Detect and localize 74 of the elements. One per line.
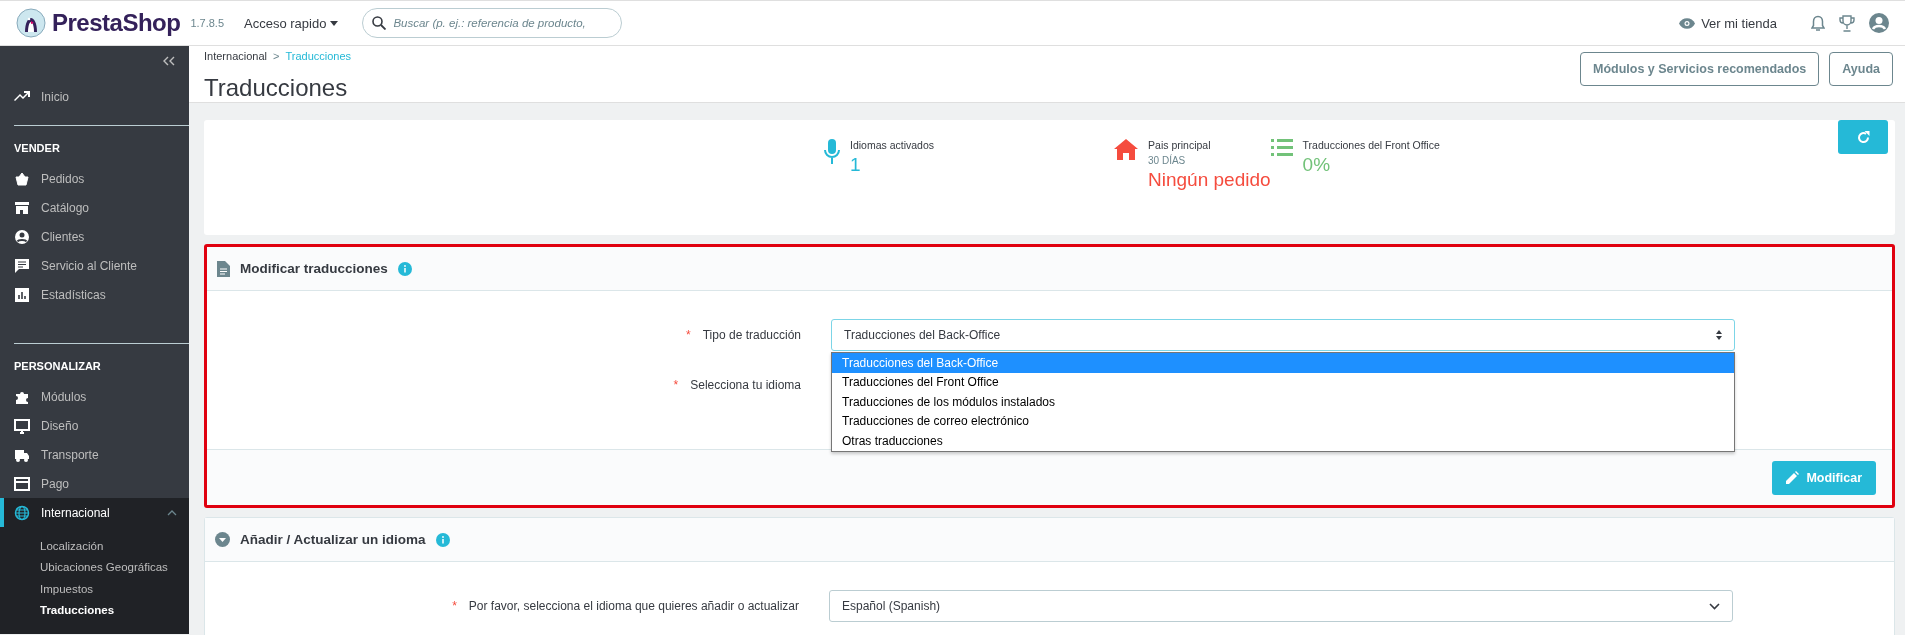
sidebar-item[interactable]: Diseño [0, 411, 189, 440]
required-mark: * [686, 328, 691, 342]
toolbar-button[interactable]: Ayuda [1829, 52, 1893, 86]
page-title: Traducciones [204, 74, 349, 102]
stat-title: Traducciones del Front Office [1302, 139, 1440, 151]
stat-value: 0% [1302, 154, 1332, 176]
toolbar-button[interactable]: Módulos y Servicios recomendados [1580, 52, 1820, 86]
collapse-toggle-icon[interactable] [215, 532, 230, 547]
caret-icon [330, 20, 339, 26]
select-field[interactable]: Español (Spanish) [829, 590, 1733, 622]
user-icon [14, 228, 30, 245]
select-field[interactable]: Traducciones del Back-Office [831, 319, 1735, 351]
sidebar-item[interactable]: Catálogo [14, 193, 189, 222]
eye-icon [1679, 17, 1696, 29]
sidebar-item[interactable]: Transporte [0, 440, 189, 469]
collapse-icon[interactable] [163, 56, 175, 66]
info-icon[interactable] [435, 532, 450, 547]
version-label: 1.7.8.5 [190, 17, 224, 29]
document-icon [217, 260, 230, 277]
refresh-icon [1856, 130, 1870, 144]
globe-icon [14, 504, 30, 521]
sidebar-item[interactable]: Inicio [14, 82, 189, 111]
quick-access-menu[interactable]: Acceso rapido [244, 15, 339, 31]
breadcrumb-separator: > [273, 50, 280, 62]
search-icon [372, 16, 387, 30]
required-mark: * [673, 378, 679, 392]
refresh-button[interactable] [1838, 120, 1888, 154]
field-label: Selecciona tu idioma [690, 378, 801, 392]
panel-title: Modificar traducciones [240, 261, 388, 276]
sidebar-item[interactable]: Módulos [0, 382, 189, 411]
chevron-down-icon [1709, 602, 1720, 610]
logo-icon [16, 8, 46, 38]
sidebar-item[interactable]: Pago [0, 469, 189, 498]
logo-text: PrestaShop [52, 9, 181, 37]
submenu-item[interactable]: Traducciones [40, 599, 189, 621]
view-store-link[interactable]: Ver mi tienda [1679, 15, 1777, 31]
sidebar-item[interactable]: Pedidos [14, 164, 189, 193]
monitor-icon [14, 417, 30, 434]
submenu-item[interactable]: Localización [40, 535, 189, 557]
sort-arrows-icon [1716, 330, 1722, 340]
field-label: Tipo de traducción [702, 328, 801, 342]
required-mark: * [452, 599, 457, 613]
card-icon [14, 475, 30, 492]
dropdown-option[interactable]: Otras traducciones [832, 431, 1734, 451]
sidebar-item[interactable]: Clientes [14, 222, 189, 251]
trophy-icon[interactable] [1839, 14, 1855, 32]
sidebar-item[interactable]: Servicio al Cliente [14, 251, 189, 280]
field-label: Por favor, selecciona el idioma que quieres añadir o actualizar [468, 599, 799, 613]
stat-value: 1 [850, 154, 862, 176]
submenu-item[interactable]: Ubicaciones Geográficas [40, 556, 189, 578]
stat-title: Pais principal [1148, 139, 1212, 151]
chart-icon [14, 286, 30, 303]
stat-subtitle: 30 DÍAS [1148, 155, 1187, 166]
dropdown-option[interactable]: Traducciones de los módulos instalados [832, 392, 1734, 412]
dropdown-option[interactable]: Traducciones de correo electrónico [832, 411, 1734, 431]
bell-icon[interactable] [1811, 14, 1825, 32]
submenu-item[interactable]: Impuestos [40, 578, 189, 600]
store-icon [14, 199, 30, 216]
stat-value: Ningún pedido [1148, 169, 1271, 191]
sidebar-item[interactable]: Internacional [0, 498, 189, 527]
info-icon[interactable] [397, 261, 412, 276]
dropdown-option[interactable]: Traducciones del Back-Office [832, 353, 1734, 373]
sidebar-heading: PERSONALIZAR [14, 359, 102, 374]
account-icon[interactable] [1869, 13, 1889, 33]
dropdown-option[interactable]: Traducciones del Front Office [832, 372, 1734, 392]
breadcrumb-link[interactable]: Internacional [204, 50, 267, 62]
pencil-icon [1786, 471, 1800, 484]
sidebar-item[interactable]: Estadísticas [14, 280, 189, 309]
search-field[interactable]: Buscar (p. ej.: referencia de producto, [362, 8, 623, 38]
panel-title: Añadir / Actualizar un idioma [240, 532, 426, 547]
basket-icon [14, 170, 30, 187]
stat-title: Idiomas activados [850, 139, 935, 151]
chat-icon [14, 257, 30, 274]
sidebar-heading: VENDER [14, 141, 61, 156]
